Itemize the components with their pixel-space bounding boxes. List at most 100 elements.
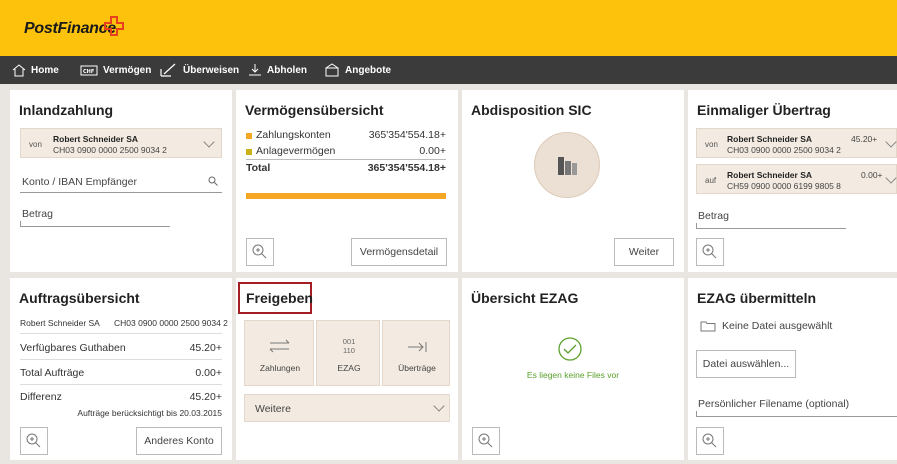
- divider: [20, 333, 222, 334]
- chevron-down-icon: [203, 136, 215, 148]
- filename-input[interactable]: Persönlicher Filename (optional): [696, 396, 897, 418]
- recipient-iban-placeholder: Konto / IBAN Empfänger: [22, 176, 137, 188]
- zoom-button[interactable]: [696, 427, 724, 455]
- weiter-button[interactable]: Weiter: [614, 238, 674, 266]
- field-tick: [20, 221, 21, 227]
- account-amount: 0.00+: [861, 170, 883, 180]
- amount-placeholder: Betrag: [698, 210, 729, 222]
- chevron-down-icon: [885, 136, 897, 148]
- zoom-in-icon: [702, 244, 717, 259]
- nav-angebote-label: Angebote: [345, 64, 392, 76]
- field-underline: [20, 192, 222, 193]
- zoom-in-icon: [702, 433, 717, 448]
- row-value: 45.20+: [189, 391, 222, 403]
- zoom-in-icon: [252, 244, 267, 259]
- nav-angebote[interactable]: Angebote: [324, 56, 391, 84]
- pen-icon: [160, 63, 176, 77]
- option-label: Überträge: [398, 363, 436, 373]
- account-name: Robert Schneider SA: [727, 134, 813, 144]
- field-underline: [696, 416, 897, 417]
- zoom-button[interactable]: [472, 427, 500, 455]
- von-label: von: [705, 140, 718, 149]
- ezag-status: Es liegen keine Files vor: [526, 370, 620, 380]
- tile-auftragsuebersicht: Auftragsübersicht Robert Schneider SA CH…: [10, 278, 232, 460]
- row-value: 365'354'554.18+: [368, 129, 446, 141]
- option-label: Zahlungen: [259, 363, 301, 373]
- tile-vermoegensuebersicht: Vermögensübersicht Zahlungskonten 365'35…: [236, 90, 458, 272]
- field-tick: [696, 411, 697, 417]
- amount-input[interactable]: Betrag: [20, 206, 170, 228]
- nav-abholen-label: Abholen: [267, 64, 307, 76]
- download-icon: [249, 64, 261, 76]
- row-value: 0.00+: [419, 145, 446, 157]
- account-iban: CH03 0900 0000 2500 9034 2: [53, 145, 167, 155]
- chf-icon: CHF: [80, 65, 98, 76]
- svg-text:CHF: CHF: [83, 69, 94, 75]
- field-underline: [696, 228, 846, 229]
- search-icon: [208, 176, 218, 186]
- tile-title: Vermögensübersicht: [245, 102, 384, 118]
- row-label: Zahlungskonten: [256, 129, 331, 141]
- nav-abholen[interactable]: Abholen: [248, 56, 307, 84]
- arrows-icon: [269, 339, 290, 353]
- account-iban: CH03 0900 0000 2500 9034 2: [114, 318, 228, 328]
- tile-title: EZAG übermitteln: [697, 290, 817, 306]
- row-value: 45.20+: [189, 342, 222, 354]
- divider: [246, 159, 446, 160]
- top-bar: PostFinance: [0, 0, 897, 56]
- tile-uebersicht-ezag: Übersicht EZAG Es liegen keine Files vor: [462, 278, 684, 460]
- filename-placeholder: Persönlicher Filename (optional): [698, 398, 850, 410]
- field-tick: [696, 223, 697, 229]
- ezag-binary-icon: 001 110: [342, 337, 356, 355]
- nav-ueberweisen[interactable]: Überweisen: [160, 56, 239, 84]
- zoom-button[interactable]: [696, 238, 724, 266]
- row-value: 0.00+: [195, 367, 222, 379]
- row-label: Verfügbares Guthaben: [20, 342, 126, 354]
- row-label: Anlagevermögen: [256, 145, 336, 157]
- auf-label: auf: [705, 176, 717, 185]
- weitere-dropdown[interactable]: Weitere: [244, 394, 450, 422]
- row-label: Total Aufträge: [20, 367, 85, 379]
- option-label: EZAG: [337, 363, 361, 373]
- account-iban: CH59 0900 0000 6199 9805 8: [727, 181, 841, 191]
- freigeben-ezag[interactable]: 001 110 EZAG: [316, 320, 380, 386]
- tile-title: Inlandzahlung: [19, 102, 114, 118]
- anderes-konto-button[interactable]: Anderes Konto: [136, 427, 222, 455]
- tile-inlandzahlung: Inlandzahlung von Robert Schneider SA CH…: [10, 90, 232, 272]
- nav-home[interactable]: Home: [12, 56, 59, 84]
- recipient-iban-input[interactable]: Konto / IBAN Empfänger: [20, 168, 222, 196]
- note-text: Aufträge berücksichtigt bis 20.03.2015: [77, 408, 222, 418]
- zoom-button[interactable]: [20, 427, 48, 455]
- offer-icon: [325, 63, 339, 77]
- nav-ueberweisen-label: Überweisen: [183, 64, 240, 76]
- brand-logo[interactable]: PostFinance: [24, 20, 116, 38]
- zoom-in-icon: [26, 433, 41, 448]
- total-value: 365'354'554.18+: [367, 162, 446, 174]
- vermoegensdetail-button[interactable]: Vermögensdetail: [351, 238, 447, 266]
- row-label: Differenz: [20, 391, 62, 403]
- postfinance-cross-icon: [104, 16, 124, 36]
- tile-abdisposition-sic: Abdisposition SIC Weiter: [462, 90, 684, 272]
- from-account-select[interactable]: von Robert Schneider SA CH03 0900 0000 2…: [20, 128, 222, 158]
- choose-file-button[interactable]: Datei auswählen...: [696, 350, 796, 378]
- zoom-in-icon: [478, 433, 493, 448]
- nav-vermoegen-label: Vermögen: [103, 64, 152, 76]
- tile-title: Auftragsübersicht: [19, 290, 140, 306]
- arrow-right-bar-icon: [408, 342, 427, 352]
- amount-input[interactable]: Betrag: [696, 208, 846, 230]
- no-file-label: Keine Datei ausgewählt: [722, 320, 833, 332]
- freigeben-zahlungen[interactable]: Zahlungen: [244, 320, 314, 386]
- legend-swatch-anlagevermoegen: [246, 149, 252, 155]
- tile-title: Freigeben: [246, 290, 313, 306]
- asset-bar-fill: [246, 193, 446, 199]
- nav-vermoegen[interactable]: CHF Vermögen: [80, 56, 151, 84]
- from-account-select[interactable]: von Robert Schneider SA CH03 0900 0000 2…: [696, 128, 897, 158]
- chevron-down-icon: [885, 172, 897, 184]
- asset-bar-track: [246, 193, 446, 199]
- zoom-button[interactable]: [246, 238, 274, 266]
- account-name: Robert Schneider SA: [53, 134, 139, 144]
- freigeben-uebertraege[interactable]: Überträge: [382, 320, 450, 386]
- amount-placeholder: Betrag: [22, 208, 53, 220]
- to-account-select[interactable]: auf Robert Schneider SA CH59 0900 0000 6…: [696, 164, 897, 194]
- legend-swatch-zahlungskonten: [246, 133, 252, 139]
